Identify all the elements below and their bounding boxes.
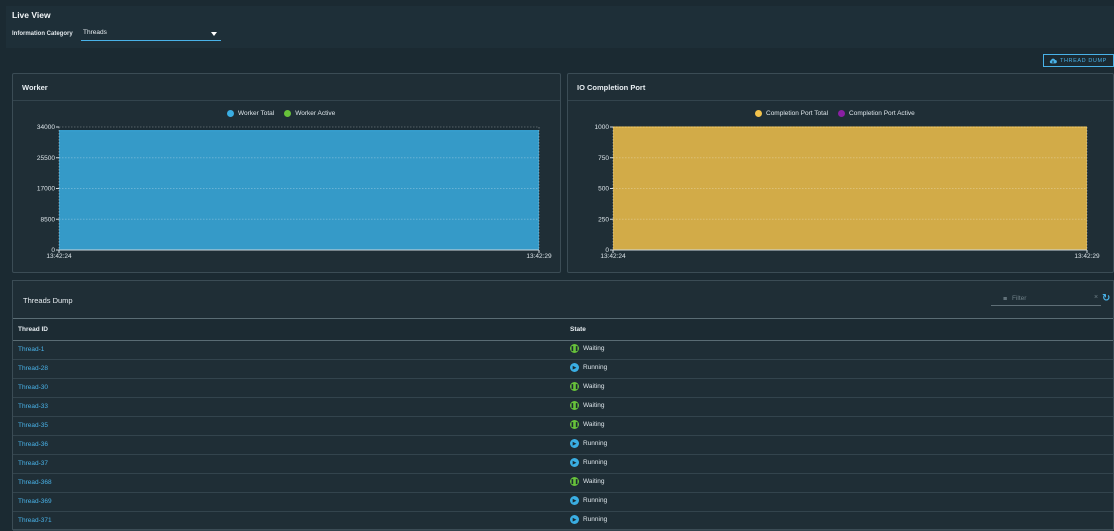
column-header-state[interactable]: State [570,326,586,333]
y-tick-label: 250 [598,216,609,223]
live-view-header: Live View Information Category Threads [6,6,1114,48]
thread-state: ▶ Running [570,458,607,467]
thread-id-link[interactable]: Thread-30 [18,384,48,391]
x-tick-label: 13:42:24 [600,253,626,260]
thread-state-label: Running [583,459,608,466]
thread-state-label: Waiting [583,383,605,390]
y-tick-label: 8500 [41,216,56,223]
thread-dump-label: THREAD DUMP [1060,57,1107,64]
thread-state-label: Running [583,440,608,447]
thread-state-label: Waiting [583,478,605,485]
series-area-worker-total [59,130,539,250]
filter-underline [991,291,1101,306]
x-tick-label: 13:42:29 [526,253,552,260]
thread-id-link[interactable]: Thread-371 [18,517,52,524]
table-row[interactable]: Thread-33 ❚❚ Waiting [13,398,1113,417]
running-status-icon: ▶ [570,363,579,372]
thread-state: ❚❚ Waiting [570,420,604,429]
thread-state-label: Waiting [583,402,605,409]
thread-id-link[interactable]: Thread-35 [18,422,48,429]
table-row[interactable]: Thread-35 ❚❚ Waiting [13,417,1113,436]
threads-dump-panel: Threads Dump ≡ Filter × ↻ Thread ID Stat… [12,280,1114,531]
waiting-status-icon: ❚❚ [570,477,579,486]
thread-dump-button[interactable]: THREAD DUMP [1043,54,1114,67]
thread-state-label: Running [583,364,608,371]
y-tick-label: 17000 [37,186,55,193]
thread-state: ▶ Running [570,496,607,505]
table-row[interactable]: Thread-37 ▶ Running [13,455,1113,474]
category-select-value: Threads [83,29,107,36]
table-row[interactable]: Thread-30 ❚❚ Waiting [13,379,1113,398]
threads-dump-title: Threads Dump [23,296,73,305]
thread-state: ▶ Running [570,515,607,524]
worker-chart-plot: 3400025500170008500013:42:24 13:42:29 [37,124,552,260]
running-status-icon: ▶ [570,458,579,467]
caret-down-icon [211,32,217,36]
waiting-status-icon: ❚❚ [570,401,579,410]
y-tick-label: 750 [598,155,609,162]
running-status-icon: ▶ [570,439,579,448]
thread-state: ❚❚ Waiting [570,344,604,353]
thread-id-link[interactable]: Thread-1 [18,346,44,353]
x-tick-label: 13:42:29 [1074,253,1100,260]
running-status-icon: ▶ [570,496,579,505]
running-status-icon: ▶ [570,515,579,524]
x-tick-label: 13:42:24 [46,253,72,260]
thread-id-link[interactable]: Thread-368 [18,479,52,486]
table-row[interactable]: Thread-36 ▶ Running [13,436,1113,455]
waiting-status-icon: ❚❚ [570,420,579,429]
table-row[interactable]: Thread-368 ❚❚ Waiting [13,474,1113,493]
waiting-status-icon: ❚❚ [570,382,579,391]
y-tick-label: 500 [598,186,609,193]
table-row[interactable]: Thread-371 ▶ Running [13,512,1113,531]
thread-state: ▶ Running [570,439,607,448]
waiting-status-icon: ❚❚ [570,344,579,353]
filter-input[interactable]: ≡ Filter × [991,291,1105,306]
thread-state: ❚❚ Waiting [570,382,604,391]
y-tick-label: 34000 [37,124,55,131]
threads-table-body: Thread-1 ❚❚ Waiting Thread-28 ▶ Running Thread… [13,341,1113,531]
category-label: Information Category [12,31,73,37]
thread-id-link[interactable]: Thread-37 [18,460,48,467]
refresh-icon[interactable]: ↻ [1102,293,1110,304]
thread-id-link[interactable]: Thread-28 [18,365,48,372]
table-row[interactable]: Thread-28 ▶ Running [13,360,1113,379]
clear-filter-icon[interactable]: × [1094,294,1098,301]
cloud-download-icon [1049,58,1057,63]
worker-chart-panel: Worker Worker Total Worker Active 34000 2… [12,73,561,273]
thread-state: ❚❚ Waiting [570,477,604,486]
thread-state-label: Running [583,497,608,504]
filter-placeholder: Filter [1012,295,1027,302]
column-header-thread-id[interactable]: Thread ID [18,326,48,333]
io-completion-chart-panel: IO Completion Port Completion Port Total… [567,73,1114,273]
table-row[interactable]: Thread-369 ▶ Running [13,493,1113,512]
thread-id-link[interactable]: Thread-33 [18,403,48,410]
thread-state-label: Running [583,516,608,523]
thread-state-label: Waiting [583,421,605,428]
io-chart-plot: 1000750500250013:42:24 13:42:29 [595,124,1100,260]
category-select[interactable]: Threads [81,26,221,41]
table-header: Thread ID State [13,318,1113,341]
y-tick-label: 1000 [595,124,610,131]
table-row[interactable]: Thread-1 ❚❚ Waiting [13,341,1113,360]
filter-icon: ≡ [1003,296,1008,303]
page-title: Live View [12,10,51,20]
thread-id-link[interactable]: Thread-369 [18,498,52,505]
thread-state: ▶ Running [570,363,607,372]
thread-id-link[interactable]: Thread-36 [18,441,48,448]
y-tick-label: 25500 [37,155,55,162]
thread-state-label: Waiting [583,345,605,352]
thread-state: ❚❚ Waiting [570,401,604,410]
